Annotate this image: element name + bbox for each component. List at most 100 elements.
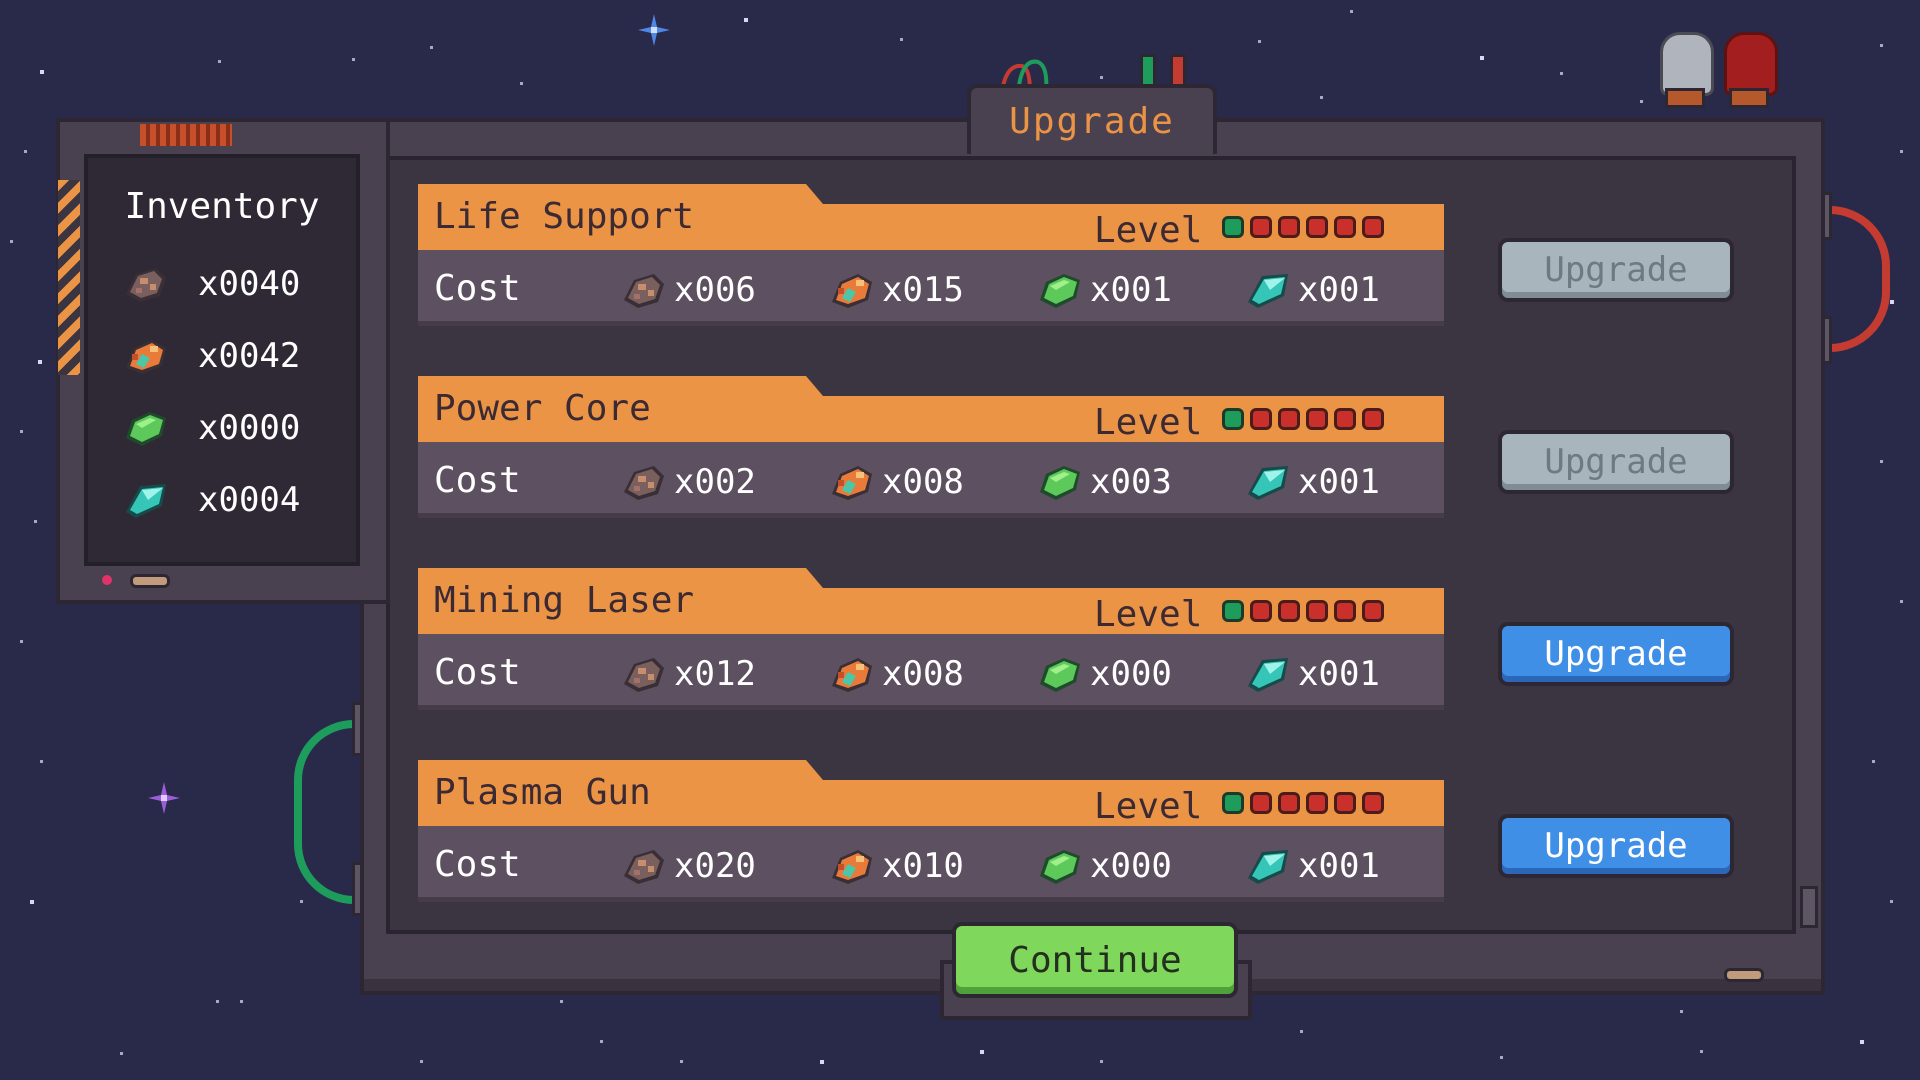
level-pip-empty bbox=[1334, 600, 1356, 622]
star bbox=[430, 46, 433, 49]
level-pip-empty bbox=[1306, 792, 1328, 814]
upgrade-name: Plasma Gun bbox=[434, 772, 651, 813]
level-pip-empty bbox=[1250, 600, 1272, 622]
level-label: Level bbox=[1094, 786, 1203, 827]
rock-ore-icon bbox=[620, 460, 668, 504]
star bbox=[1258, 40, 1261, 43]
inventory-item-copper-ore: x0042 bbox=[122, 334, 300, 378]
cost-item: x003 bbox=[1036, 460, 1172, 504]
level-pip-empty bbox=[1334, 408, 1356, 430]
upgrade-button-power-core[interactable]: Upgrade bbox=[1498, 430, 1734, 494]
level-pip-empty bbox=[1306, 408, 1328, 430]
star bbox=[1900, 150, 1903, 153]
upgrade-button-plasma-gun[interactable]: Upgrade bbox=[1498, 814, 1734, 878]
level-pip-empty bbox=[1362, 408, 1384, 430]
cyan-crystal-icon bbox=[1244, 652, 1292, 696]
cost-item: x008 bbox=[828, 652, 964, 696]
cost-item: x002 bbox=[620, 460, 756, 504]
red-wire-decoration bbox=[1826, 206, 1890, 352]
inventory-quantity: x0042 bbox=[198, 336, 301, 376]
star bbox=[600, 1040, 603, 1043]
star bbox=[520, 82, 523, 85]
copper-ore-icon bbox=[828, 268, 876, 312]
rock-ore-icon bbox=[122, 262, 170, 306]
star bbox=[1350, 10, 1353, 13]
green-gem-icon bbox=[1036, 652, 1084, 696]
star bbox=[1560, 72, 1563, 75]
level-pip-empty bbox=[1362, 600, 1384, 622]
star bbox=[1900, 600, 1903, 603]
level-pip-empty bbox=[1306, 216, 1328, 238]
level-pip-empty bbox=[1334, 216, 1356, 238]
grey-bulb-decoration bbox=[1660, 32, 1714, 96]
level-label: Level bbox=[1094, 594, 1203, 635]
level-pip-filled bbox=[1222, 792, 1244, 814]
star bbox=[38, 360, 42, 364]
star bbox=[1500, 1056, 1503, 1059]
star bbox=[216, 1000, 219, 1003]
cost-item: x001 bbox=[1244, 652, 1380, 696]
cost-amount: x020 bbox=[674, 846, 756, 886]
cost-item: x015 bbox=[828, 268, 964, 312]
star bbox=[20, 640, 23, 643]
cost-amount: x008 bbox=[882, 462, 964, 502]
continue-button[interactable]: Continue bbox=[952, 922, 1238, 998]
star bbox=[1480, 56, 1484, 60]
cost-amount: x008 bbox=[882, 654, 964, 694]
level-indicator bbox=[1222, 408, 1384, 430]
hazard-stripes-decoration bbox=[58, 180, 80, 375]
cost-amount: x002 bbox=[674, 462, 756, 502]
level-pip-empty bbox=[1278, 408, 1300, 430]
red-bulb-decoration bbox=[1724, 32, 1778, 96]
level-pip-filled bbox=[1222, 600, 1244, 622]
upgrade-button-life-support[interactable]: Upgrade bbox=[1498, 238, 1734, 302]
star bbox=[680, 1060, 683, 1063]
level-pip-empty bbox=[1278, 600, 1300, 622]
star bbox=[1300, 1030, 1303, 1033]
star bbox=[420, 1060, 423, 1063]
slot-decoration bbox=[130, 574, 170, 588]
star bbox=[1680, 1010, 1683, 1013]
copper-ore-icon bbox=[122, 334, 170, 378]
level-label: Level bbox=[1094, 210, 1203, 251]
star bbox=[1880, 460, 1883, 463]
star bbox=[1100, 76, 1103, 79]
side-latch bbox=[1800, 886, 1818, 928]
cost-item: x010 bbox=[828, 844, 964, 888]
upgrade-name: Mining Laser bbox=[434, 580, 695, 621]
upgrade-button-mining-laser[interactable]: Upgrade bbox=[1498, 622, 1734, 686]
green-gem-icon bbox=[1036, 844, 1084, 888]
star bbox=[300, 900, 303, 903]
upgrade-name: Life Support bbox=[434, 196, 695, 237]
star bbox=[240, 1000, 243, 1003]
level-pip-empty bbox=[1250, 792, 1272, 814]
cost-item: x001 bbox=[1244, 460, 1380, 504]
green-gem-icon bbox=[1036, 268, 1084, 312]
inventory-item-green-gem: x0000 bbox=[122, 406, 300, 450]
vent-decoration bbox=[140, 124, 232, 146]
star bbox=[1700, 1050, 1703, 1053]
copper-ore-icon bbox=[828, 844, 876, 888]
level-pip-empty bbox=[1362, 792, 1384, 814]
star bbox=[218, 60, 221, 63]
page-title: Upgrade bbox=[967, 84, 1217, 154]
cost-item: x012 bbox=[620, 652, 756, 696]
star bbox=[1640, 100, 1643, 103]
inventory-title: Inventory bbox=[124, 186, 320, 227]
star bbox=[1880, 44, 1883, 47]
green-gem-icon bbox=[1036, 460, 1084, 504]
inventory-quantity: x0040 bbox=[198, 264, 301, 304]
cost-amount: x006 bbox=[674, 270, 756, 310]
cost-item: x006 bbox=[620, 268, 756, 312]
level-pip-empty bbox=[1306, 600, 1328, 622]
copper-ore-icon bbox=[828, 652, 876, 696]
rock-ore-icon bbox=[620, 844, 668, 888]
cost-label: Cost bbox=[434, 268, 521, 309]
green-gem-icon bbox=[122, 406, 170, 450]
cyan-crystal-icon bbox=[1244, 268, 1292, 312]
cost-item: x008 bbox=[828, 460, 964, 504]
level-pip-empty bbox=[1334, 792, 1356, 814]
star bbox=[560, 1000, 563, 1003]
cost-amount: x003 bbox=[1090, 462, 1172, 502]
cost-item: x000 bbox=[1036, 652, 1172, 696]
